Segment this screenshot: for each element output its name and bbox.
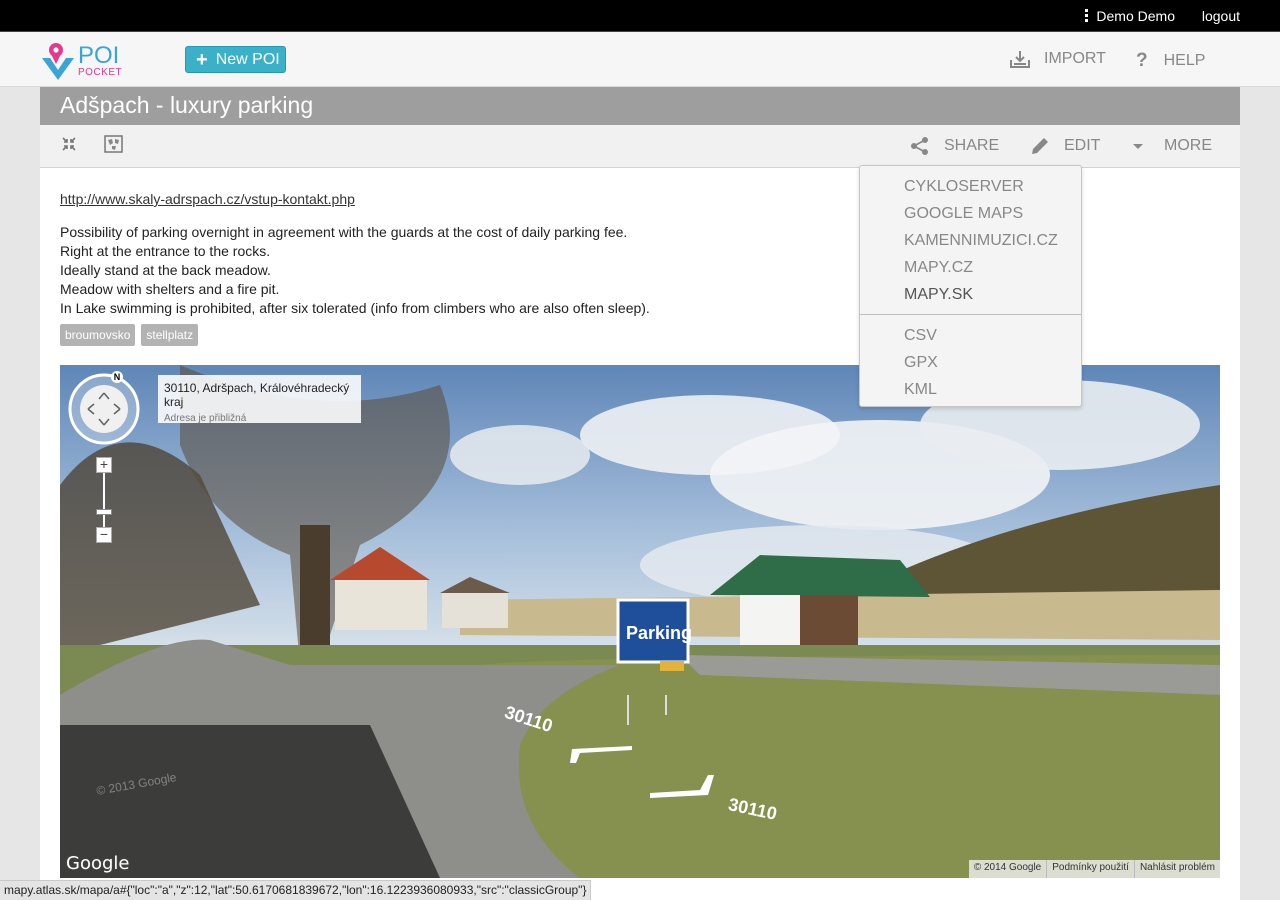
menu-item-kamennimuzici[interactable]: KAMENNIMUZICI.CZ	[860, 230, 1081, 257]
more-label: MORE	[1164, 137, 1212, 154]
poi-toolbar: SHARE EDIT MORE	[40, 125, 1240, 168]
map-footer: © 2014 Google Podmínky použití Nahlásit …	[968, 860, 1220, 878]
plus-icon: +	[196, 48, 208, 71]
more-dropdown-menu: CYKLOSERVER GOOGLE MAPS KAMENNIMUZICI.CZ…	[859, 165, 1082, 407]
share-label: SHARE	[944, 137, 1000, 154]
caret-down-icon	[1133, 144, 1143, 149]
import-label: IMPORT	[1044, 50, 1106, 67]
address-note: Adresa je přibližná	[164, 413, 247, 424]
pin-logo-icon	[42, 43, 74, 80]
menu-item-gpx[interactable]: GPX	[860, 352, 1081, 379]
address-box: 30110, Adršpach, Královéhradecký kraj Ad…	[158, 375, 361, 424]
logo-poi-text: POI	[78, 42, 120, 69]
logout-link[interactable]: logout	[1202, 8, 1240, 24]
help-label: HELP	[1163, 52, 1206, 69]
zoom-track[interactable]	[103, 473, 105, 527]
edit-button[interactable]: EDIT	[1030, 136, 1100, 156]
menu-divider	[860, 314, 1081, 315]
compass-north-label: N	[111, 371, 123, 383]
edit-label: EDIT	[1064, 137, 1101, 154]
kebab-icon	[1085, 8, 1089, 24]
question-icon: ?	[1136, 50, 1148, 71]
logo-pocket-text: POCKET	[78, 67, 123, 78]
user-name: Demo Demo	[1096, 8, 1175, 24]
compass-control[interactable]	[68, 373, 140, 445]
menu-item-mapy-sk[interactable]: MAPY.SK	[860, 284, 1081, 311]
street-view[interactable]: Parking 30110 30110 © 2013 Google N + − …	[60, 365, 1220, 878]
zoom-in-button[interactable]: +	[96, 457, 112, 473]
tag-broumovsko[interactable]: broumovsko	[60, 324, 136, 346]
more-button[interactable]: MORE	[1132, 136, 1212, 156]
zoom-out-button[interactable]: −	[96, 527, 112, 543]
new-poi-label: New POI	[215, 50, 280, 68]
zoom-slider-handle[interactable]	[96, 509, 112, 515]
top-bar: Demo Demo logout	[0, 0, 1280, 32]
download-icon	[1010, 51, 1030, 68]
menu-item-csv[interactable]: CSV	[860, 325, 1081, 352]
poi-title: Adšpach - luxury parking	[40, 87, 1240, 125]
help-link[interactable]: ? HELP	[1136, 50, 1205, 72]
logo[interactable]: POI POCKET	[40, 40, 130, 82]
browser-status-bar: mapy.atlas.sk/mapa/a#{"loc":"a","z":12,"…	[0, 880, 592, 900]
collapse-icon[interactable]	[62, 137, 76, 151]
import-link[interactable]: IMPORT	[1010, 50, 1106, 68]
menu-item-mapy-cz[interactable]: MAPY.CZ	[860, 257, 1081, 284]
pencil-icon	[1032, 138, 1048, 154]
user-menu[interactable]: Demo Demo	[1085, 8, 1175, 24]
parking-sign-text: Parking	[626, 623, 693, 643]
share-icon	[911, 137, 928, 155]
zoom-control: + −	[96, 457, 112, 543]
menu-item-kml[interactable]: KML	[860, 379, 1081, 406]
street-view-image	[60, 365, 1220, 878]
address-text: 30110, Adršpach, Královéhradecký kraj	[164, 381, 350, 409]
copyright-text: © 2014 Google	[973, 862, 1042, 873]
google-logo: Google	[66, 853, 130, 874]
share-button[interactable]: SHARE	[910, 136, 999, 156]
tag-stellplatz[interactable]: stellplatz	[141, 324, 199, 346]
menu-item-cykloserver[interactable]: CYKLOSERVER	[860, 176, 1081, 203]
new-poi-button[interactable]: + New POI	[185, 46, 286, 73]
app-header: POI POCKET + New POI IMPORT ? HELP	[0, 32, 1280, 87]
terms-link[interactable]: Podmínky použití	[1046, 860, 1134, 878]
report-problem-link[interactable]: Nahlásit problém	[1133, 860, 1220, 878]
map-icon[interactable]	[104, 135, 123, 153]
menu-item-google-maps[interactable]: GOOGLE MAPS	[860, 203, 1081, 230]
